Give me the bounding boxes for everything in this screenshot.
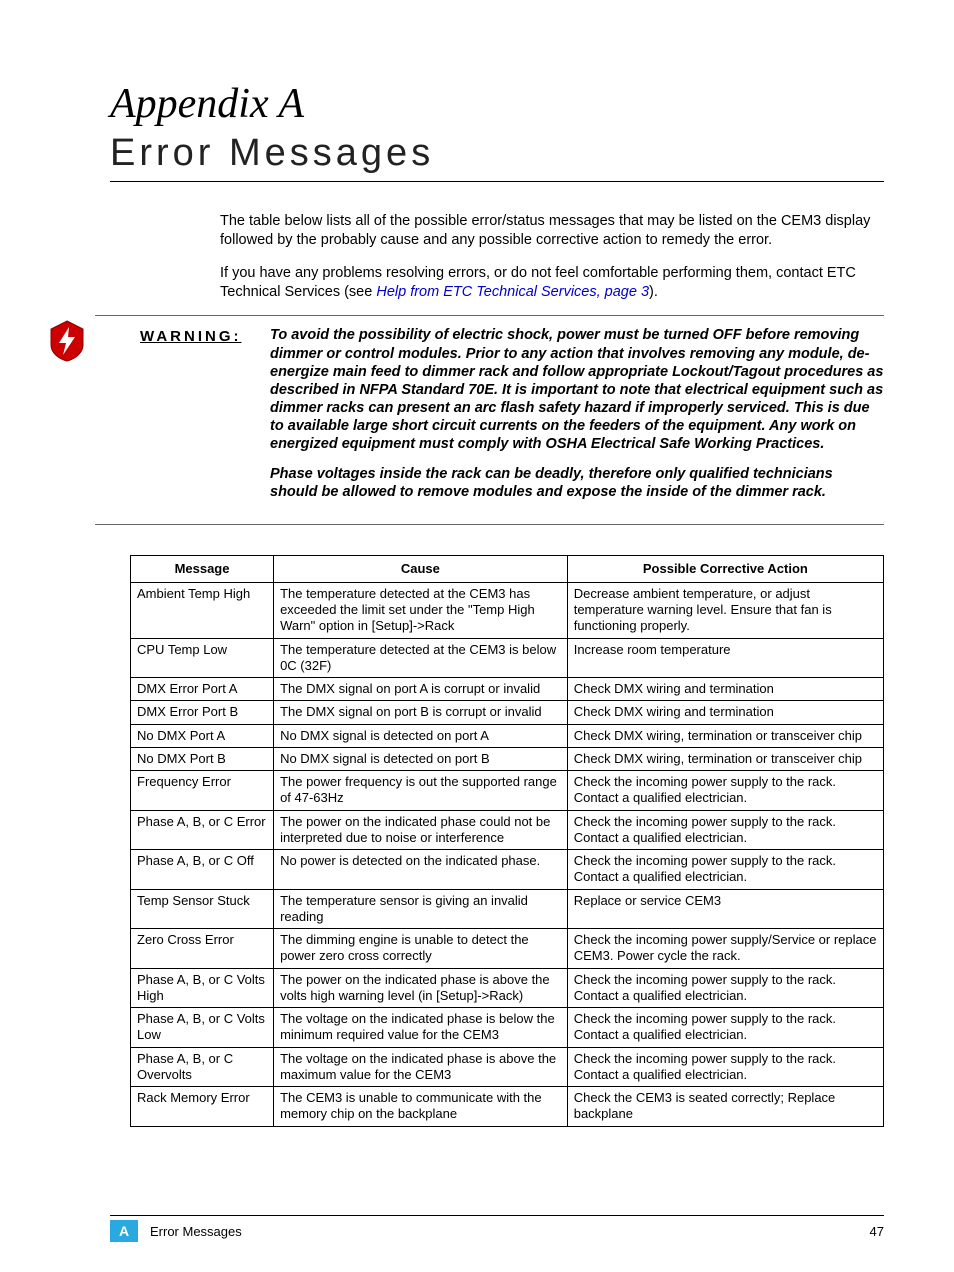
table-cell: Check DMX wiring, termination or transce… (567, 747, 883, 770)
table-cell: The voltage on the indicated phase is be… (274, 1008, 568, 1048)
table-row: Phase A, B, or C ErrorThe power on the i… (131, 810, 884, 850)
table-cell: Replace or service CEM3 (567, 889, 883, 929)
table-cell: No DMX signal is detected on port A (274, 724, 568, 747)
table-row: DMX Error Port BThe DMX signal on port B… (131, 701, 884, 724)
page-number: 47 (870, 1224, 884, 1239)
table-row: Rack Memory ErrorThe CEM3 is unable to c… (131, 1087, 884, 1127)
table-cell: Phase A, B, or C Off (131, 850, 274, 890)
table-cell: Check the incoming power supply to the r… (567, 1047, 883, 1087)
table-cell: Check the incoming power supply to the r… (567, 850, 883, 890)
table-cell: Check the incoming power supply to the r… (567, 810, 883, 850)
table-row: Phase A, B, or C OffNo power is detected… (131, 850, 884, 890)
table-cell: No power is detected on the indicated ph… (274, 850, 568, 890)
table-cell: CPU Temp Low (131, 638, 274, 678)
table-cell: Temp Sensor Stuck (131, 889, 274, 929)
table-cell: Phase A, B, or C Volts Low (131, 1008, 274, 1048)
table-row: Zero Cross ErrorThe dimming engine is un… (131, 929, 884, 969)
table-cell: Decrease ambient temperature, or adjust … (567, 582, 883, 638)
table-cell: Check the incoming power supply to the r… (567, 968, 883, 1008)
table-cell: Check the incoming power supply to the r… (567, 771, 883, 811)
table-cell: Phase A, B, or C Overvolts (131, 1047, 274, 1087)
section-title: Error Messages (110, 132, 884, 182)
table-cell: Check DMX wiring, termination or transce… (567, 724, 883, 747)
footer-crumb: Error Messages (150, 1224, 870, 1239)
table-cell: Frequency Error (131, 771, 274, 811)
table-cell: Zero Cross Error (131, 929, 274, 969)
table-cell: DMX Error Port A (131, 678, 274, 701)
page-footer: A Error Messages 47 (110, 1215, 884, 1242)
table-cell: Check DMX wiring and termination (567, 701, 883, 724)
table-cell: No DMX Port A (131, 724, 274, 747)
table-cell: Rack Memory Error (131, 1087, 274, 1127)
appendix-title: Appendix A (110, 80, 884, 128)
table-cell: The power on the indicated phase is abov… (274, 968, 568, 1008)
table-row: Ambient Temp HighThe temperature detecte… (131, 582, 884, 638)
table-cell: Phase A, B, or C Volts High (131, 968, 274, 1008)
warning-bolt-icon (45, 319, 89, 363)
table-row: Frequency ErrorThe power frequency is ou… (131, 771, 884, 811)
table-row: CPU Temp LowThe temperature detected at … (131, 638, 884, 678)
col-cause: Cause (274, 555, 568, 582)
table-cell: Check the incoming power supply/Service … (567, 929, 883, 969)
table-cell: The CEM3 is unable to communicate with t… (274, 1087, 568, 1127)
table-cell: Check the CEM3 is seated correctly; Repl… (567, 1087, 883, 1127)
table-row: No DMX Port BNo DMX signal is detected o… (131, 747, 884, 770)
table-cell: The DMX signal on port A is corrupt or i… (274, 678, 568, 701)
table-cell: The DMX signal on port B is corrupt or i… (274, 701, 568, 724)
table-cell: The temperature sensor is giving an inva… (274, 889, 568, 929)
table-cell: No DMX Port B (131, 747, 274, 770)
intro-p2: If you have any problems resolving error… (220, 264, 884, 302)
intro-p1: The table below lists all of the possibl… (220, 212, 884, 250)
help-link[interactable]: Help from ETC Technical Services, page 3 (376, 284, 649, 300)
intro-p2-b: ). (649, 284, 658, 300)
warning-p2: Phase voltages inside the rack can be de… (270, 465, 884, 501)
table-row: Phase A, B, or C Volts HighThe power on … (131, 968, 884, 1008)
table-cell: DMX Error Port B (131, 701, 274, 724)
table-row: DMX Error Port AThe DMX signal on port A… (131, 678, 884, 701)
table-cell: Increase room temperature (567, 638, 883, 678)
divider (95, 524, 884, 525)
table-cell: The power frequency is out the supported… (274, 771, 568, 811)
table-cell: The voltage on the indicated phase is ab… (274, 1047, 568, 1087)
table-header-row: Message Cause Possible Corrective Action (131, 555, 884, 582)
intro-block: The table below lists all of the possibl… (220, 212, 884, 301)
warning-p1: To avoid the possibility of electric sho… (270, 326, 884, 453)
table-cell: Ambient Temp High (131, 582, 274, 638)
col-action: Possible Corrective Action (567, 555, 883, 582)
table-row: Phase A, B, or C OvervoltsThe voltage on… (131, 1047, 884, 1087)
table-cell: Check the incoming power supply to the r… (567, 1008, 883, 1048)
table-cell: Check DMX wiring and termination (567, 678, 883, 701)
table-row: Temp Sensor StuckThe temperature sensor … (131, 889, 884, 929)
warning-label: WARNING: (140, 326, 260, 345)
warning-body: To avoid the possibility of electric sho… (260, 326, 884, 513)
table-cell: The power on the indicated phase could n… (274, 810, 568, 850)
warning-block: WARNING: To avoid the possibility of ele… (110, 315, 884, 524)
table-row: Phase A, B, or C Volts LowThe voltage on… (131, 1008, 884, 1048)
table-cell: The temperature detected at the CEM3 is … (274, 638, 568, 678)
table-cell: The temperature detected at the CEM3 has… (274, 582, 568, 638)
table-cell: No DMX signal is detected on port B (274, 747, 568, 770)
appendix-badge: A (110, 1220, 138, 1242)
error-table: Message Cause Possible Corrective Action… (130, 555, 884, 1127)
col-message: Message (131, 555, 274, 582)
table-row: No DMX Port ANo DMX signal is detected o… (131, 724, 884, 747)
table-cell: The dimming engine is unable to detect t… (274, 929, 568, 969)
table-cell: Phase A, B, or C Error (131, 810, 274, 850)
